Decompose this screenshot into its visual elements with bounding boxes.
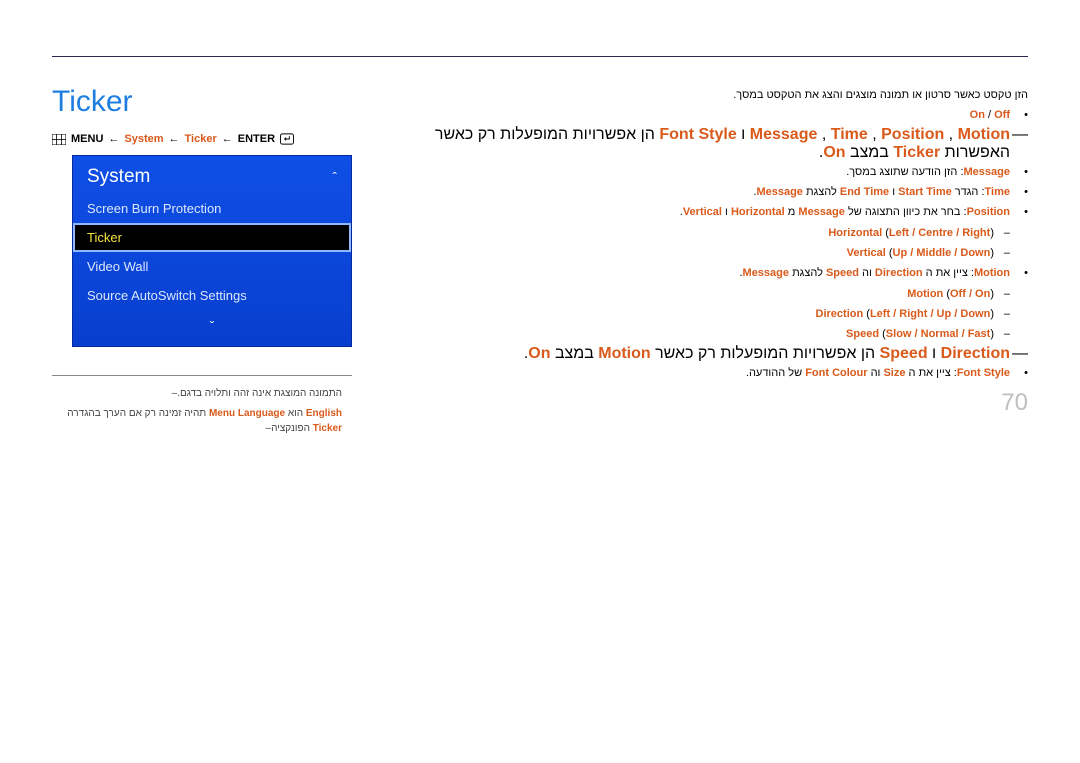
breadcrumb-system: System [124,133,163,145]
footnote: English הוא Menu Language תהיה זמינה רק … [52,406,352,436]
osd-menu-header: System ˆ [73,156,351,194]
dash-motion-note: Direction ו Speed הן אפשרויות המופעלות ר… [424,345,1028,363]
osd-menu-item[interactable]: Video Wall [73,252,351,281]
top-rule [52,56,1028,57]
dash-enable-note: Message , Time , Position , Motion ו Fon… [424,126,1028,162]
bullet-position: Position: בחר את כיוון התצוגה של Message… [424,202,1028,222]
intro-text: הזן טקסט כאשר סרטון או תמונה מוצגים והצג… [424,85,1028,105]
bullet-message: Message: הזן הודעה שתוצג במסך. [424,162,1028,182]
sub-direction: Direction (Left / Right / Up / Down) [424,304,1028,324]
bullet-motion: Motion: ציין את ה Direction וה Speed להצ… [424,263,1028,283]
notes-divider [52,375,352,376]
arrow-icon: ← [169,133,180,145]
osd-menu-header-label: System [87,166,150,188]
menu-grid-icon [52,134,66,145]
bullet-font-style: Font Style: ציין את ה Size וה Font Colou… [424,363,1028,383]
arrow-icon: ← [222,133,233,145]
page-number: 70 [1001,389,1028,417]
section-title: Ticker [52,85,352,119]
sub-vertical: Vertical (Up / Middle / Down) [424,243,1028,263]
enter-icon [280,134,294,145]
breadcrumb-ticker: Ticker [185,133,217,145]
osd-menu-panel: System ˆ Screen Burn Protection Ticker V… [72,155,352,347]
breadcrumb-enter-label: ENTER [238,133,275,145]
footnote: התמונה המוצגת אינה זהה ותלויה בדגם.– [52,386,352,401]
breadcrumb-menu-label: MENU [71,133,103,145]
osd-menu-item[interactable]: Screen Burn Protection [73,194,351,223]
osd-menu-item-selected[interactable]: Ticker [73,223,351,252]
breadcrumb: MENU ← System ← Ticker ← ENTER [52,133,352,145]
osd-menu-item[interactable]: Source AutoSwitch Settings [73,281,351,310]
chevron-up-icon: ˆ [332,169,337,185]
sub-motion-onoff: Motion (Off / On) [424,284,1028,304]
chevron-down-icon: ˇ [73,310,351,346]
arrow-icon: ← [108,133,119,145]
bullet-time: Time: הגדר Start Time ו End Time להצגת M… [424,182,1028,202]
sub-speed: Speed (Slow / Normal / Fast) [424,324,1028,344]
sub-horizontal: Horizontal (Left / Centre / Right) [424,223,1028,243]
bullet-on-off: On / Off [424,105,1028,125]
